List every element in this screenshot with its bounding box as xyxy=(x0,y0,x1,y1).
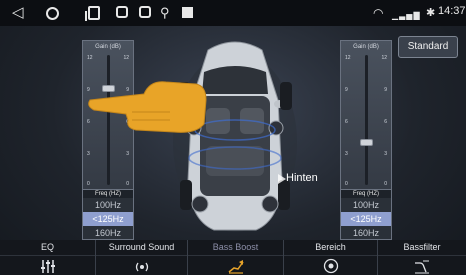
left-freq-selector: Freq (HZ) 100Hz <125Hz 160Hz xyxy=(82,190,134,240)
speaker-zone-label: Hinten xyxy=(286,172,318,184)
tab-label: Surround Sound xyxy=(108,242,175,252)
equalizer-icon xyxy=(40,260,55,273)
tab-label: Bassfilter xyxy=(403,242,441,252)
gain-tick: 12 xyxy=(87,55,93,61)
bluetooth-icon: ✱ xyxy=(426,7,436,19)
gain-tick: 3 xyxy=(345,151,348,157)
status-bar: ◁ ⚲ ◠ ▁▃▅▇ ✱ 14:37 xyxy=(0,0,466,26)
image-icon xyxy=(182,7,193,18)
gain-tick: 6 xyxy=(384,119,387,125)
freq-option[interactable]: 100Hz xyxy=(341,198,391,212)
gain-tick: 0 xyxy=(345,181,348,187)
gain-tick: 3 xyxy=(87,151,90,157)
gain-tick: 6 xyxy=(345,119,348,125)
screenshot-icon[interactable] xyxy=(116,6,128,18)
gain-tick: 3 xyxy=(126,151,129,157)
wifi-icon: ◠ xyxy=(373,6,384,20)
pointer-icon xyxy=(278,174,286,184)
tab-bereich[interactable]: Bereich xyxy=(284,240,378,275)
tab-bass-boost[interactable]: Bass Boost xyxy=(188,240,284,275)
freq-option-selected[interactable]: <125Hz xyxy=(341,212,391,226)
bass-boost-icon xyxy=(228,260,244,274)
tab-surround-sound[interactable]: Surround Sound xyxy=(96,240,188,275)
gain-slider-track[interactable] xyxy=(365,55,368,185)
recent-apps-icon[interactable] xyxy=(85,6,100,21)
gain-tick: 12 xyxy=(123,55,129,61)
freq-option-selected[interactable]: <125Hz xyxy=(83,212,133,226)
freq-title: Freq (HZ) xyxy=(341,190,391,198)
gain-tick: 12 xyxy=(381,55,387,61)
preset-standard-button[interactable]: Standard xyxy=(398,36,458,58)
screenshot-icon[interactable] xyxy=(139,6,151,18)
freq-title: Freq (HZ) xyxy=(83,190,133,198)
bottom-tab-bar: EQ Surround Sound Bass Boost Bereich Bas… xyxy=(0,240,466,275)
tab-label: Bereich xyxy=(315,242,346,252)
freq-option[interactable]: 160Hz xyxy=(83,226,133,240)
home-icon[interactable] xyxy=(46,7,59,20)
gain-slider-handle[interactable] xyxy=(360,138,373,146)
bass-filter-icon xyxy=(415,260,429,274)
freq-option[interactable]: 100Hz xyxy=(83,198,133,212)
surround-icon xyxy=(135,262,148,272)
tab-label: Bass Boost xyxy=(212,242,259,252)
tab-label: EQ xyxy=(40,242,54,252)
signal-icon: ▁▃▅▇ xyxy=(392,11,421,20)
gain-tick: 12 xyxy=(345,55,351,61)
gain-tick: 9 xyxy=(384,87,387,93)
gain-title: Gain (dB) xyxy=(353,44,379,50)
right-gain-panel: Gain (dB) 12 12 9 9 6 6 3 3 0 0 xyxy=(340,40,392,190)
tab-eq[interactable]: EQ xyxy=(0,240,96,275)
clock: 14:37 xyxy=(438,5,466,17)
hand-pointer-icon xyxy=(88,81,207,133)
gain-tick: 0 xyxy=(87,181,90,187)
usb-icon: ⚲ xyxy=(160,5,170,20)
gain-title: Gain (dB) xyxy=(95,44,121,50)
zone-target-icon xyxy=(323,258,338,274)
gain-tick: 0 xyxy=(384,181,387,187)
right-freq-selector: Freq (HZ) 100Hz <125Hz 160Hz xyxy=(340,190,392,240)
back-icon[interactable]: ◁ xyxy=(12,3,24,23)
gain-tick: 9 xyxy=(345,87,348,93)
freq-option[interactable]: 160Hz xyxy=(341,226,391,240)
gain-tick: 3 xyxy=(384,151,387,157)
tab-bassfilter[interactable]: Bassfilter xyxy=(378,240,466,275)
gain-tick: 0 xyxy=(126,181,129,187)
